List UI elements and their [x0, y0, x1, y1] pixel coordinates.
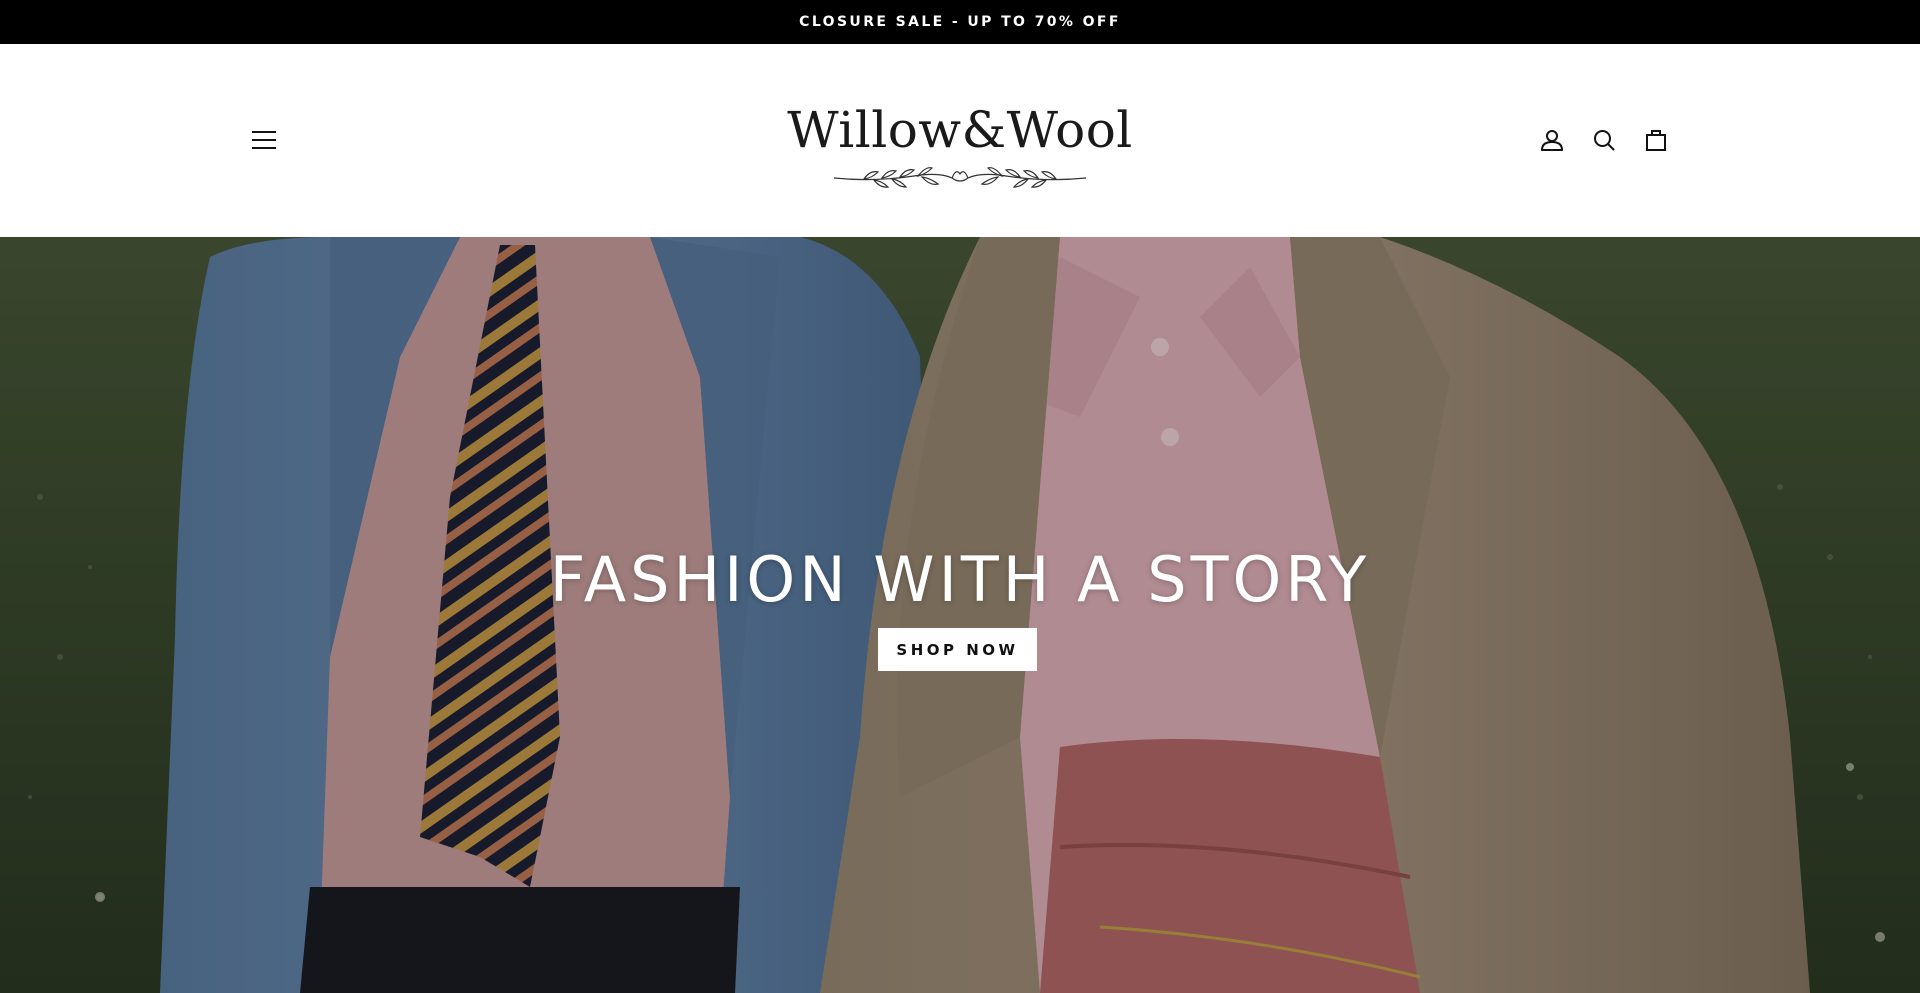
site-logo[interactable]: Willow&Wool	[780, 100, 1140, 200]
announcement-text: CLOSURE SALE - UP TO 70% OFF	[799, 14, 1121, 30]
logo-text: Willow&Wool	[787, 101, 1133, 159]
leaf-ornament-icon	[834, 167, 1086, 188]
search-button[interactable]	[1586, 122, 1622, 158]
hamburger-menu-icon	[252, 131, 276, 149]
announcement-bar: CLOSURE SALE - UP TO 70% OFF	[0, 0, 1920, 44]
user-account-icon	[1541, 130, 1563, 151]
hero-title: FASHION WITH A STORY	[549, 543, 1371, 616]
search-icon	[1594, 130, 1615, 151]
shop-now-button[interactable]: SHOP NOW	[878, 628, 1037, 671]
account-button[interactable]	[1534, 122, 1570, 158]
shopping-bag-icon	[1646, 130, 1666, 151]
site-header: Willow&Wool	[0, 44, 1920, 237]
menu-button[interactable]	[246, 122, 282, 158]
header-actions	[1534, 122, 1674, 158]
cart-button[interactable]	[1638, 122, 1674, 158]
hero-banner: FASHION WITH A STORY SHOP NOW	[0, 237, 1920, 993]
